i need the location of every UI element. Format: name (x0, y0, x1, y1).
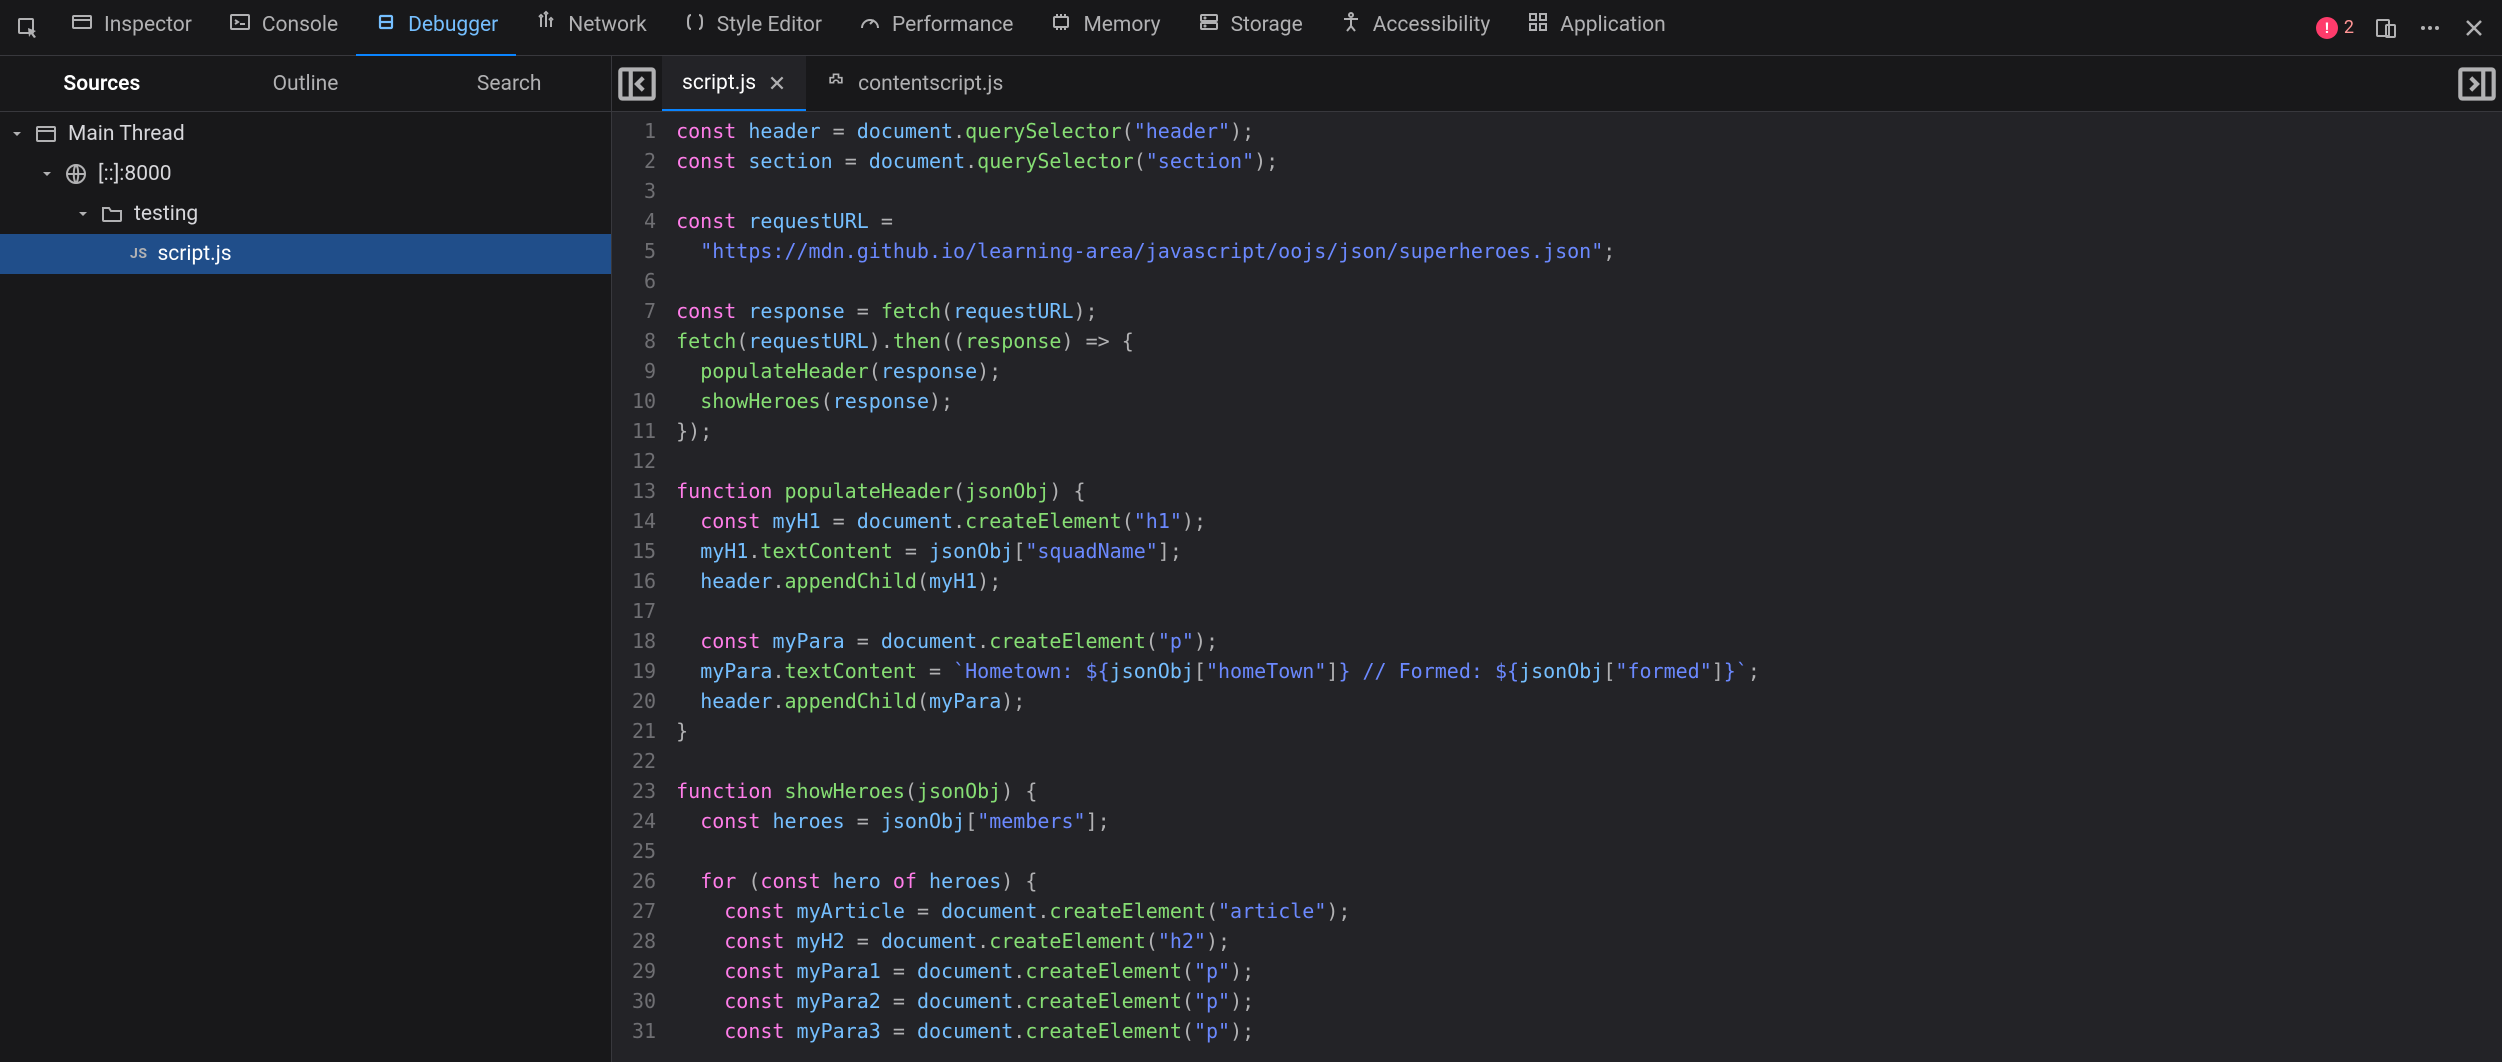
tab-application[interactable]: Application (1508, 0, 1683, 56)
tab-label: Memory (1083, 13, 1160, 37)
tab-label: Network (568, 13, 647, 37)
js-file-icon: JS (130, 246, 147, 262)
line-number-gutter: 1234567891011121314151617181920212223242… (612, 112, 670, 1062)
tab-memory[interactable]: Memory (1031, 0, 1178, 56)
responsive-mode-button[interactable] (2366, 8, 2406, 48)
performance-icon (858, 10, 882, 40)
file-tab-bar: script.js contentscript.js (612, 56, 2502, 112)
file-tab-label: script.js (682, 71, 756, 95)
devtools-toolbar: Inspector Console Debugger Network Style Edi… (0, 0, 2502, 56)
globe-icon (64, 162, 88, 186)
folder-icon (100, 202, 124, 226)
folder-label: testing (134, 202, 198, 226)
tree-origin[interactable]: [::]:8000 (0, 154, 611, 194)
tab-label: Accessibility (1373, 13, 1491, 37)
error-dot-icon: ! (2316, 17, 2338, 39)
toggle-sources-panel-button[interactable] (612, 56, 662, 111)
left-tab-sources[interactable]: Sources (0, 56, 204, 111)
left-tab-search[interactable]: Search (407, 56, 611, 111)
file-label: script.js (157, 242, 231, 266)
tab-label: Debugger (408, 13, 498, 37)
toggle-right-panel-button[interactable] (2452, 56, 2502, 111)
tab-label: Application (1560, 13, 1665, 37)
window-icon (34, 122, 58, 146)
tab-network[interactable]: Network (516, 0, 665, 56)
storage-icon (1197, 10, 1221, 40)
expand-arrow-icon (76, 207, 90, 221)
tab-console[interactable]: Console (210, 0, 356, 56)
left-tab-outline[interactable]: Outline (204, 56, 408, 111)
code-editor[interactable]: 1234567891011121314151617181920212223242… (612, 112, 2502, 1062)
tab-performance[interactable]: Performance (840, 0, 1031, 56)
file-tab-contentscript[interactable]: contentscript.js (806, 56, 1023, 111)
file-tab-script[interactable]: script.js (662, 56, 806, 111)
origin-label: [::]:8000 (98, 162, 172, 186)
debugger-icon (374, 10, 398, 40)
tab-style-editor[interactable]: Style Editor (665, 0, 840, 56)
error-count-badge[interactable]: ! 2 (2308, 17, 2362, 39)
source-tree: Main Thread [::]:8000 testing (0, 112, 611, 1062)
tree-thread[interactable]: Main Thread (0, 114, 611, 154)
tab-label: Performance (892, 13, 1013, 37)
file-tab-label: contentscript.js (858, 72, 1003, 96)
memory-icon (1049, 10, 1073, 40)
tab-label: Console (262, 13, 338, 37)
console-icon (228, 10, 252, 40)
sources-panel: SourcesOutlineSearch Main Thread [::]:80… (0, 56, 612, 1062)
tab-storage[interactable]: Storage (1179, 0, 1321, 56)
accessibility-icon (1339, 10, 1363, 40)
tab-label: Inspector (104, 13, 192, 37)
editor-panel: script.js contentscript.js 12345678910111… (612, 56, 2502, 1062)
inspector-icon (70, 10, 94, 40)
left-tabs: SourcesOutlineSearch (0, 56, 611, 112)
thread-label: Main Thread (68, 122, 185, 146)
extension-icon (826, 71, 846, 97)
tree-file-script[interactable]: JS script.js (0, 234, 611, 274)
network-icon (534, 10, 558, 40)
pick-element-button[interactable] (8, 8, 48, 48)
style-editor-icon (683, 10, 707, 40)
close-tab-button[interactable] (768, 74, 786, 92)
tab-debugger[interactable]: Debugger (356, 0, 516, 56)
more-tools-button[interactable] (2410, 8, 2450, 48)
expand-arrow-icon (10, 127, 24, 141)
tab-label: Style Editor (717, 13, 822, 37)
tab-label: Storage (1231, 13, 1303, 37)
tab-inspector[interactable]: Inspector (52, 0, 210, 56)
tree-folder[interactable]: testing (0, 194, 611, 234)
code-content: const header = document.querySelector("h… (670, 112, 1760, 1062)
application-icon (1526, 10, 1550, 40)
tab-accessibility[interactable]: Accessibility (1321, 0, 1509, 56)
close-devtools-button[interactable] (2454, 8, 2494, 48)
error-count: 2 (2344, 17, 2354, 38)
expand-arrow-icon (40, 167, 54, 181)
